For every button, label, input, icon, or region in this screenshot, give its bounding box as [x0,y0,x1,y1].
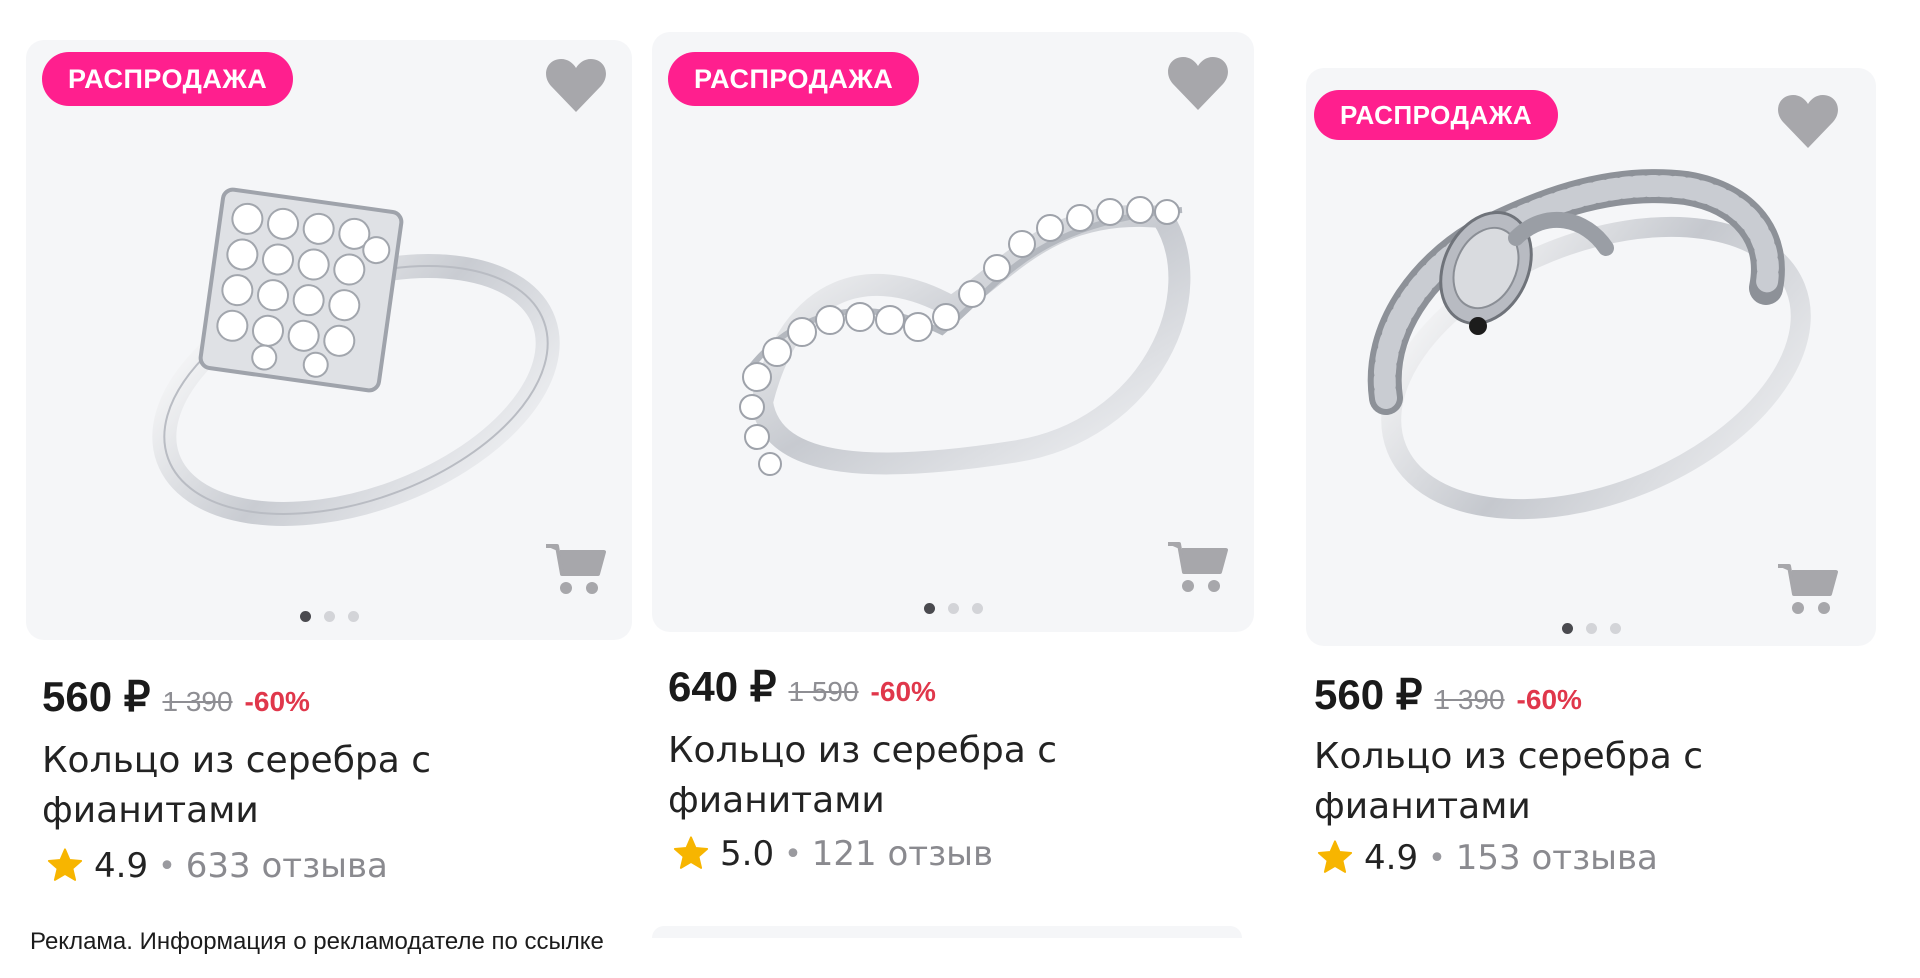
pagination-dot[interactable] [971,603,983,614]
pagination-dot[interactable] [1609,623,1621,634]
product-card-2[interactable]: РАСПРОДАЖА 640 ₽ 1 590 -60% Кольцо из се… [652,32,1254,892]
price-row: 560 ₽ 1 390 -60% [1314,670,1582,719]
rating-value: 4.9 [94,846,149,886]
separator-dot: • [158,848,176,884]
pagination-dot[interactable] [347,611,359,622]
ring-square-cz-image [152,187,560,526]
heart-icon[interactable] [1776,92,1840,150]
reviews-count-link[interactable]: 153 отзыва [1456,838,1658,878]
current-price: 640 ₽ [668,663,777,710]
next-card-edge [652,926,1242,938]
ring-wishbone-cz-image [739,196,1191,476]
star-icon [47,848,83,881]
pagination-dot[interactable] [1561,623,1573,634]
image-pagination [1306,623,1876,634]
rating-row: 4.9 • 633 отзыва [46,846,388,886]
cart-icon[interactable] [1166,538,1230,596]
reviews-count-link[interactable]: 121 отзыв [812,834,993,874]
old-price: 1 590 [788,676,859,707]
separator-dot: • [1428,840,1446,876]
current-price: 560 ₽ [42,673,151,720]
image-pagination [652,603,1254,614]
price-row: 640 ₽ 1 590 -60% [668,662,936,711]
pagination-dot[interactable] [299,611,311,622]
product-title[interactable]: Кольцо из серебра с фианитами [42,736,562,836]
cart-icon[interactable] [1776,560,1840,618]
pagination-dot[interactable] [1585,623,1597,634]
heart-icon[interactable] [1166,54,1230,112]
product-title[interactable]: Кольцо из серебра с фианитами [668,726,1188,826]
price-row: 560 ₽ 1 390 -60% [42,672,310,721]
product-image-1[interactable]: РАСПРОДАЖА [26,40,632,640]
sale-badge: РАСПРОДАЖА [1314,90,1559,140]
discount-label: -60% [1516,684,1582,715]
separator-dot: • [784,836,802,872]
advertiser-info-link[interactable]: Реклама. Информация о рекламодателе по с… [30,928,604,956]
star-icon [1317,840,1353,873]
product-image-3[interactable]: РАСПРОДАЖА [1306,68,1876,646]
rating-value: 4.9 [1364,838,1419,878]
product-image-2[interactable]: РАСПРОДАЖА [652,32,1254,632]
pagination-dot[interactable] [323,611,335,622]
star-icon [673,836,709,869]
sale-badge: РАСПРОДАЖА [668,52,920,106]
reviews-count-link[interactable]: 633 отзыва [186,846,388,886]
product-card-1[interactable]: РАСПРОДАЖА 560 ₽ 1 390 -60% Кольцо из се… [26,40,632,900]
discount-label: -60% [870,676,936,707]
sale-badge: РАСПРОДАЖА [42,52,294,106]
rating-value: 5.0 [720,834,775,874]
rating-row: 4.9 • 153 отзыва [1316,838,1658,878]
image-pagination [26,611,632,622]
current-price: 560 ₽ [1314,671,1423,718]
pagination-dot[interactable] [923,603,935,614]
product-card-3[interactable]: РАСПРОДАЖА 560 ₽ 1 390 -60% Кольцо из се… [1306,68,1876,898]
product-title[interactable]: Кольцо из серебра с фианитами [1314,732,1834,832]
heart-icon[interactable] [544,56,608,114]
cart-icon[interactable] [544,540,608,598]
old-price: 1 390 [1434,684,1505,715]
pagination-dot[interactable] [947,603,959,614]
rating-row: 5.0 • 121 отзыв [672,834,993,874]
discount-label: -60% [244,686,310,717]
old-price: 1 390 [162,686,233,717]
